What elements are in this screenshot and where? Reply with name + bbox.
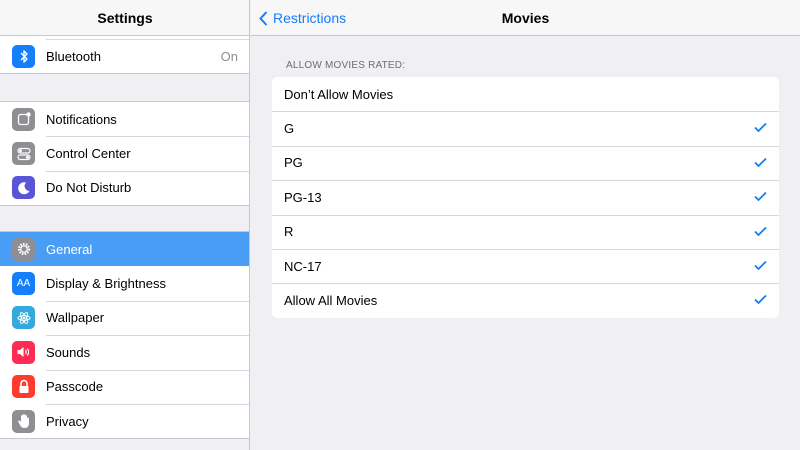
checkmark-icon — [754, 226, 767, 236]
chevron-left-icon — [259, 10, 268, 26]
speaker-icon — [12, 340, 35, 364]
bluetooth-icon — [12, 44, 35, 68]
sidebar-item-wallpaper[interactable]: Wallpaper — [0, 300, 249, 335]
sidebar-title: Settings — [97, 9, 153, 26]
sidebar-item-label: Passcode — [46, 379, 104, 395]
moon-icon — [12, 176, 35, 200]
control-center-icon — [12, 142, 35, 166]
sidebar-item-notifications[interactable]: Notifications — [0, 102, 249, 136]
detail-pane: Restrictions Movies ALLOW MOVIES RATED: … — [251, 0, 800, 450]
option-label: G — [284, 121, 295, 137]
section-header: ALLOW MOVIES RATED: — [286, 60, 406, 71]
sidebar-item-label: Privacy — [46, 413, 89, 429]
checkmark-icon — [754, 157, 767, 168]
sidebar-header: Settings — [0, 0, 249, 36]
sidebar-item-bluetooth[interactable]: Bluetooth On — [0, 39, 249, 73]
option-label: R — [284, 224, 294, 240]
sidebar-item-display-brightness[interactable]: AA Display & Brightness — [0, 266, 249, 300]
option-label: Don’t Allow Movies — [284, 86, 394, 102]
option-dont-allow-movies[interactable]: Don’t Allow Movies — [272, 77, 779, 111]
sidebar-group-general: General AA Display & Brightness Wallpape… — [0, 231, 249, 440]
back-button[interactable]: Restrictions — [259, 0, 346, 36]
settings-sidebar: Bluetooth On Notifications Control Cente… — [0, 0, 250, 450]
sidebar-item-do-not-disturb[interactable]: Do Not Disturb — [0, 170, 249, 205]
sidebar-item-general[interactable]: General — [0, 232, 249, 267]
sidebar-item-label: Bluetooth — [46, 48, 101, 64]
movie-rating-list: Don’t Allow Movies G PG PG-13 R NC-17 Al… — [272, 77, 779, 318]
hand-icon — [12, 409, 35, 433]
display-icon: AA — [12, 272, 35, 296]
option-nc-17[interactable]: NC-17 — [272, 248, 779, 283]
sidebar-item-sounds[interactable]: Sounds — [0, 335, 249, 369]
wallpaper-icon — [12, 306, 35, 330]
option-allow-all-movies[interactable]: Allow All Movies — [272, 283, 779, 317]
sidebar-group-notifications: Notifications Control Center Do Not Dist… — [0, 101, 249, 207]
sidebar-item-privacy[interactable]: Privacy — [0, 403, 249, 438]
sidebar-item-label: Wallpaper — [46, 310, 105, 326]
option-label: PG — [284, 155, 303, 171]
sidebar-item-label: Notifications — [46, 111, 117, 127]
sidebar-item-control-center[interactable]: Control Center — [0, 136, 249, 170]
navigation-bar: Restrictions Movies — [251, 0, 800, 36]
checkmark-icon — [754, 295, 767, 305]
option-pg[interactable]: PG — [272, 145, 779, 180]
option-label: Allow All Movies — [284, 293, 378, 309]
option-pg-13[interactable]: PG-13 — [272, 180, 779, 214]
sidebar-item-label: Sounds — [46, 344, 91, 360]
option-r[interactable]: R — [272, 214, 779, 249]
option-g[interactable]: G — [272, 111, 779, 145]
notifications-icon — [12, 107, 35, 131]
lock-icon — [12, 375, 35, 399]
option-label: PG-13 — [284, 189, 322, 205]
checkmark-icon — [754, 192, 767, 202]
option-label: NC-17 — [284, 258, 322, 274]
gear-icon — [12, 237, 35, 261]
sidebar-item-label: Display & Brightness — [46, 276, 166, 292]
sidebar-item-label: General — [46, 241, 93, 257]
sidebar-item-label: Do Not Disturb — [46, 180, 132, 196]
back-button-label: Restrictions — [273, 10, 347, 26]
sidebar-item-label: Control Center — [46, 146, 131, 162]
checkmark-icon — [754, 260, 767, 271]
bluetooth-status: On — [220, 48, 238, 64]
sidebar-item-passcode[interactable]: Passcode — [0, 369, 249, 404]
checkmark-icon — [754, 123, 767, 133]
